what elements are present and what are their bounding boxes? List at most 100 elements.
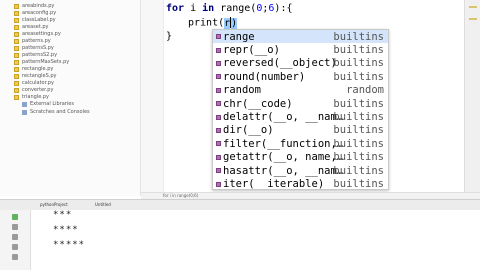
completion-module: builtins — [333, 97, 384, 110]
completion-module: builtins — [333, 44, 384, 57]
function-icon — [216, 168, 221, 174]
wrap-icon[interactable] — [12, 244, 18, 250]
print-icon[interactable] — [12, 254, 18, 260]
completion-item[interactable]: repr(__o) builtins — [213, 43, 388, 56]
python-file-icon — [14, 38, 19, 44]
completion-item[interactable]: reversed(__object) builtins — [213, 57, 388, 70]
tree-item-scratches[interactable]: Scratches and Consoles — [22, 108, 90, 116]
run-toolbar — [0, 210, 31, 270]
closing-paren: ) — [231, 17, 238, 29]
completion-item[interactable]: chr(__code) builtins — [213, 97, 388, 110]
completion-name: chr(__code) — [223, 97, 293, 110]
python-file-icon — [14, 94, 19, 100]
output-line: **** — [53, 225, 79, 235]
completion-name: iter(__iterable) — [223, 178, 325, 190]
code-line-1: for i in range(0;6):{ — [166, 3, 292, 14]
run-console: *** **** ***** — [31, 210, 480, 270]
completion-module: builtins — [333, 111, 384, 124]
function-icon — [216, 34, 221, 40]
completion-item[interactable]: getattr(__o, name,… builtins — [213, 151, 388, 164]
python-file-icon — [14, 24, 19, 30]
line-end: ):{ — [274, 3, 293, 14]
python-file-icon — [14, 73, 19, 79]
python-file-icon — [14, 52, 19, 58]
function-icon — [216, 87, 221, 93]
error-stripe-mark — [469, 6, 477, 8]
completion-item[interactable]: hasattr(__o, __nam… builtins — [213, 164, 388, 177]
function-icon — [216, 154, 221, 160]
completion-name: reversed(__object) — [223, 57, 337, 70]
editor-breadcrumb: for i in range(0;6) — [141, 192, 480, 199]
breadcrumb-text: for i in range(0;6) — [163, 193, 199, 198]
completion-item[interactable]: dir(__o) builtins — [213, 124, 388, 137]
output-line: *** — [53, 210, 73, 220]
completion-module: builtins — [333, 178, 384, 190]
completion-name: round(number) — [223, 70, 306, 83]
line-gutter — [141, 0, 164, 196]
completion-item[interactable]: iter(__iterable) builtins — [213, 177, 388, 190]
completion-module: builtins — [333, 57, 384, 70]
function-icon — [216, 114, 221, 120]
completion-item[interactable]: range builtins — [213, 30, 388, 44]
completion-module: builtins — [333, 164, 384, 177]
scratches-label: Scratches and Consoles — [30, 109, 90, 115]
range-call: range( — [214, 3, 257, 14]
editor-scrollbar[interactable] — [464, 0, 480, 192]
completion-module: builtins — [333, 70, 384, 83]
completion-module: builtins — [333, 30, 384, 43]
completion-module: builtins — [333, 137, 384, 150]
python-file-icon — [14, 59, 19, 65]
output-line: ***** — [53, 240, 86, 250]
run-tab-0[interactable]: pythonProject — [40, 201, 68, 208]
error-stripe-mark — [469, 18, 477, 20]
function-icon — [216, 101, 221, 107]
keyword-for: for — [166, 3, 185, 14]
python-file-icon — [14, 3, 19, 9]
function-icon — [216, 141, 221, 147]
completion-name: repr(__o) — [223, 44, 280, 57]
completion-name: dir(__o) — [223, 124, 274, 137]
completion-popup[interactable]: range builtins repr(__o) builtins reversed(_… — [212, 29, 389, 190]
function-icon — [216, 74, 221, 80]
python-file-icon — [14, 10, 19, 16]
completion-module: random — [346, 84, 384, 97]
scratches-icon — [22, 109, 27, 115]
run-tab-1[interactable]: Untitled — [95, 201, 111, 208]
completion-module: builtins — [333, 124, 384, 137]
completion-item[interactable]: delattr(__o, __nam… builtins — [213, 110, 388, 123]
python-file-icon — [14, 87, 19, 93]
run-tab-label: Untitled — [95, 202, 111, 207]
project-tree: areabinds.py areaconfig.py classLabel.py ar… — [0, 0, 141, 196]
completion-name: hasattr(__o, __nam… — [223, 164, 344, 177]
completion-name: range — [223, 30, 255, 43]
completion-item[interactable]: filter(__function,… builtins — [213, 137, 388, 150]
function-icon — [216, 127, 221, 133]
code-line-3: } — [166, 31, 173, 42]
python-file-icon — [14, 66, 19, 72]
keyword-in: in — [202, 3, 215, 14]
completion-name: getattr(__o, name,… — [223, 151, 344, 164]
scroll-up-icon[interactable] — [12, 224, 18, 230]
library-icon — [22, 101, 27, 107]
completion-module: builtins — [333, 151, 384, 164]
tree-item-external-libraries[interactable]: External Libraries — [22, 100, 74, 108]
code-line-2: print(r) — [188, 17, 238, 29]
completion-name: delattr(__o, __nam… — [223, 111, 344, 124]
function-icon — [216, 60, 221, 66]
rerun-icon[interactable] — [12, 214, 18, 220]
scroll-down-icon[interactable] — [12, 234, 18, 240]
completion-item[interactable]: round(number) builtins — [213, 70, 388, 83]
completion-name: filter(__function,… — [223, 137, 344, 150]
function-icon — [216, 181, 221, 187]
python-file-icon — [14, 17, 19, 23]
external-libraries-label: External Libraries — [30, 101, 74, 107]
function-icon — [216, 47, 221, 53]
run-tab-label: pythonProject — [40, 202, 68, 207]
print-call: print( — [188, 17, 225, 29]
loop-variable: i — [184, 3, 203, 14]
completion-name: random — [223, 84, 261, 97]
python-file-icon — [14, 45, 19, 51]
completion-item[interactable]: random random — [213, 84, 388, 97]
python-file-icon — [14, 31, 19, 37]
python-file-icon — [14, 80, 19, 86]
